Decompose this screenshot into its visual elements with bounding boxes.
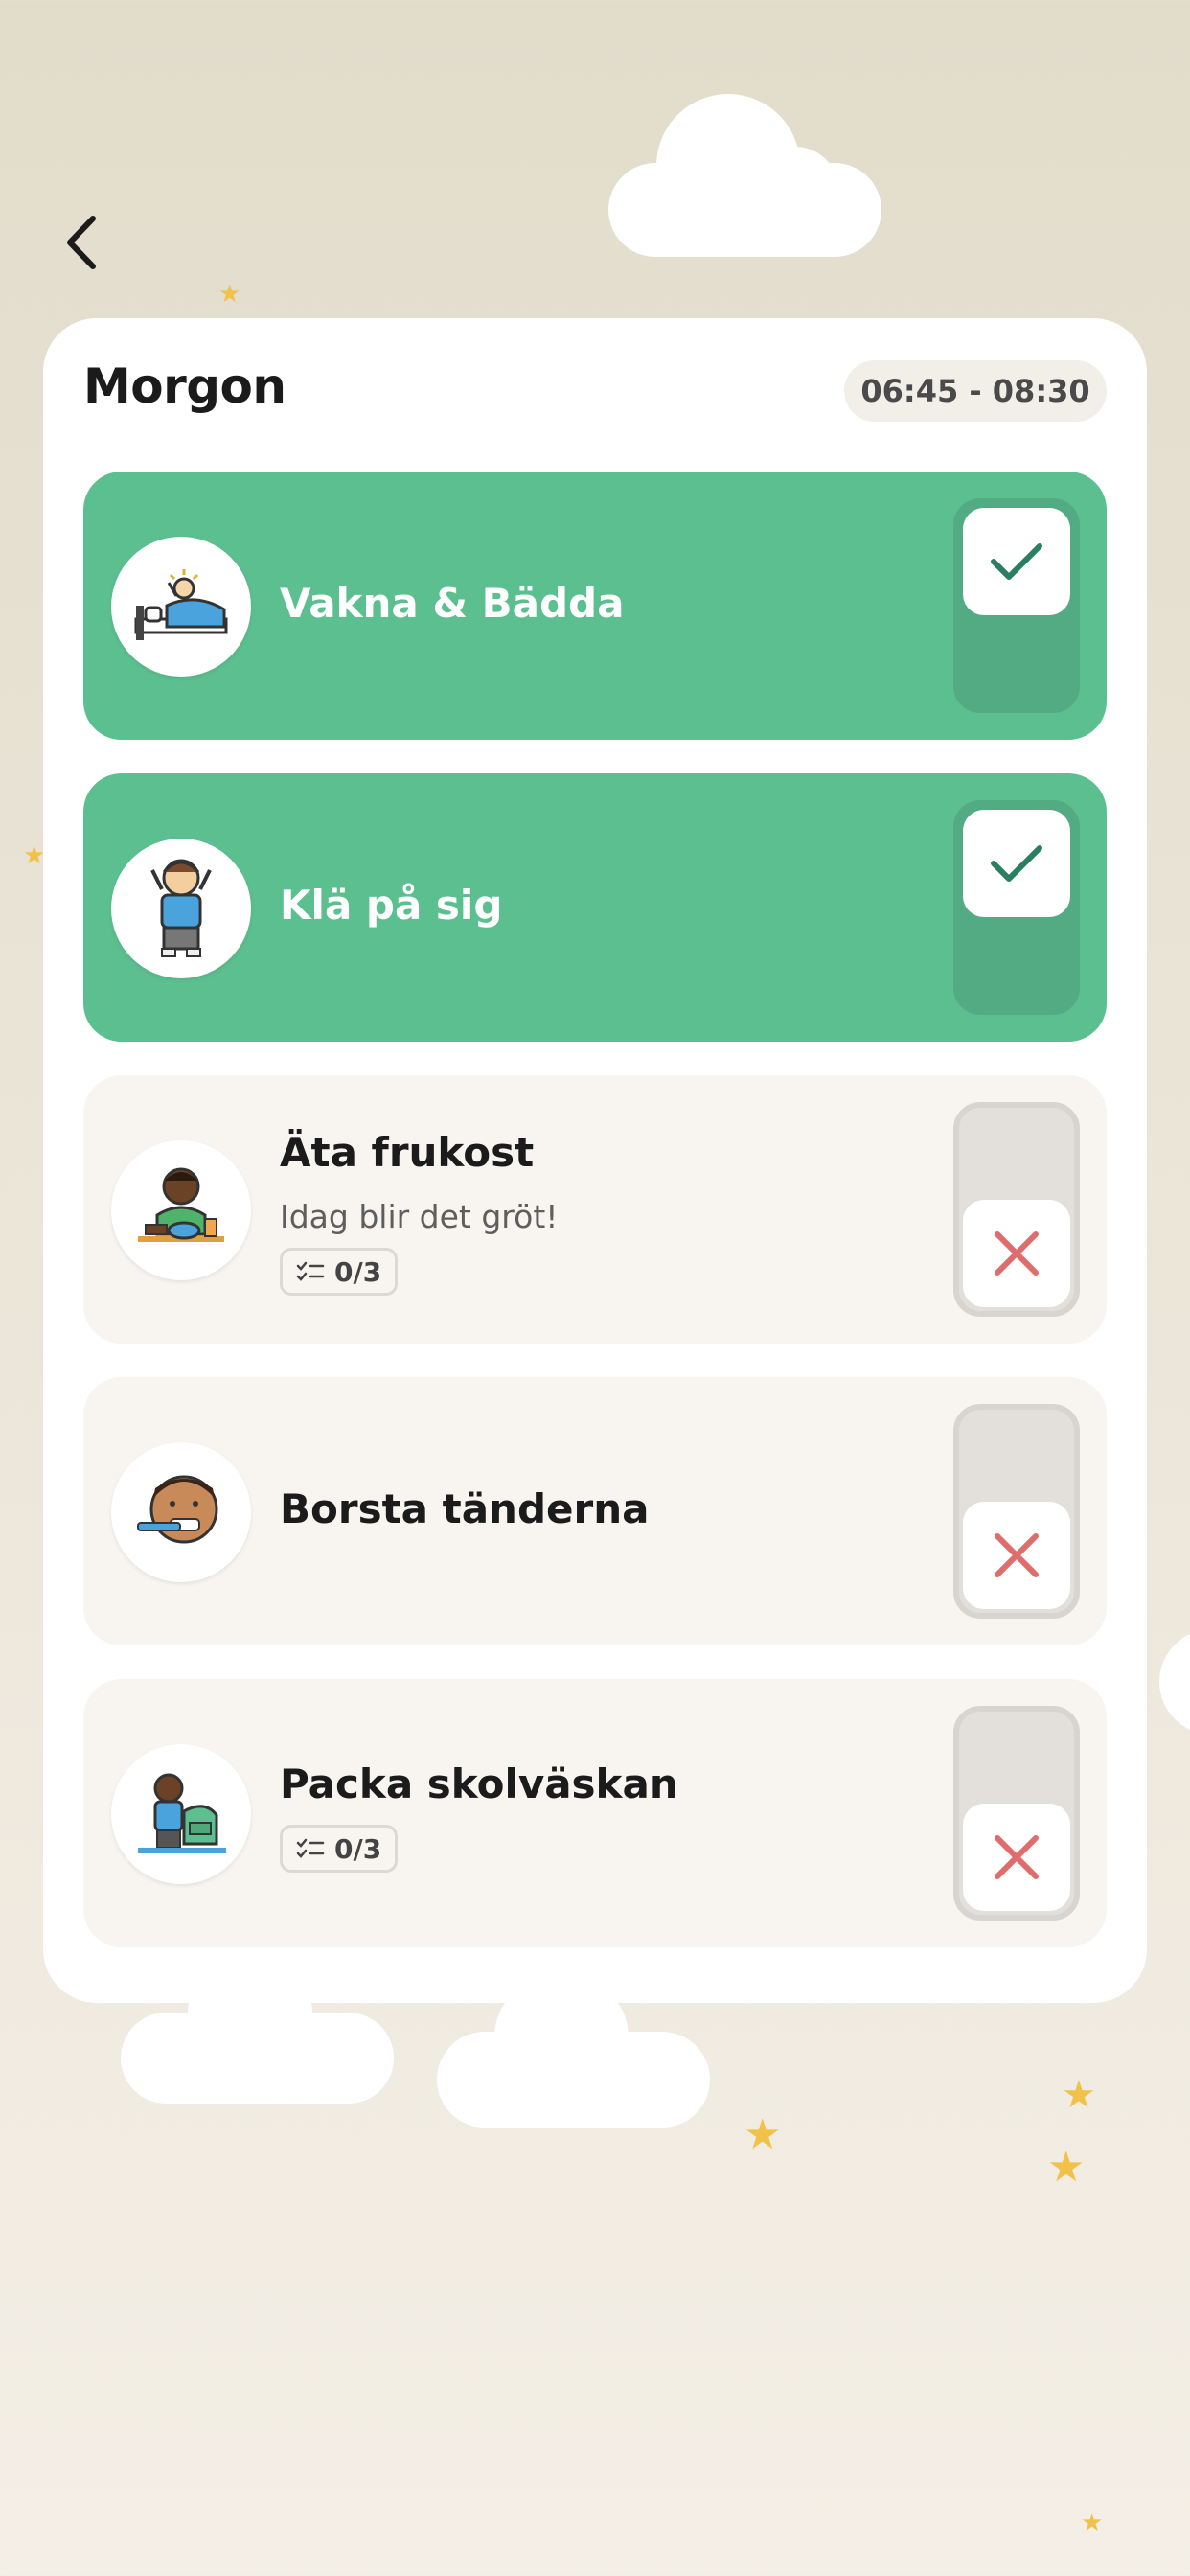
task-done-toggle[interactable] xyxy=(953,1404,1080,1619)
task-done-toggle[interactable] xyxy=(953,800,1080,1015)
task-label: Vakna & Bädda xyxy=(280,580,625,627)
task-label: Klä på sig xyxy=(280,882,503,929)
subtask-count: 0/3 xyxy=(334,1832,382,1865)
wake-up-make-bed-icon xyxy=(111,537,251,677)
star-decoration: ★ xyxy=(218,280,241,309)
subtask-counter: 0/3 xyxy=(280,1825,399,1873)
back-button[interactable] xyxy=(53,206,110,278)
task-item-brush-teeth[interactable]: Borsta tänderna xyxy=(83,1377,1107,1645)
task-label: Packa skolväskan xyxy=(280,1760,678,1807)
chevron-left-icon xyxy=(67,215,96,269)
task-label: Borsta tänderna xyxy=(280,1485,650,1532)
toggle-knob xyxy=(963,810,1070,917)
star-decoration: ★ xyxy=(1062,2073,1096,2117)
star-decoration: ★ xyxy=(23,841,46,870)
subtask-counter: 0/3 xyxy=(280,1248,399,1296)
checklist-icon xyxy=(296,1261,325,1281)
close-icon xyxy=(995,1231,1039,1276)
task-item-get-dressed[interactable]: Klä på sig xyxy=(83,773,1107,1042)
checklist-icon xyxy=(296,1838,325,1858)
task-done-toggle[interactable] xyxy=(953,1706,1080,1920)
routine-card: Morgon 06:45 - 08:30 Vakna & Bädda Klä p… xyxy=(43,318,1147,2003)
close-icon xyxy=(995,1835,1039,1879)
toggle-knob xyxy=(963,508,1070,615)
task-subtitle: Idag blir det gröt! xyxy=(280,1198,559,1235)
subtask-count: 0/3 xyxy=(334,1255,382,1288)
check-icon xyxy=(991,543,1042,580)
task-item-pack-bag[interactable]: Packa skolväskan 0/3 xyxy=(83,1679,1107,1947)
star-decoration: ★ xyxy=(1081,2509,1104,2538)
brush-teeth-icon xyxy=(111,1442,251,1582)
cloud-decoration xyxy=(1159,1629,1190,1735)
toggle-knob xyxy=(963,1804,1070,1911)
check-icon xyxy=(991,845,1042,882)
task-item-breakfast[interactable]: Äta frukost Idag blir det gröt! 0/3 xyxy=(83,1075,1107,1344)
pack-school-bag-icon xyxy=(111,1744,251,1884)
eat-breakfast-icon xyxy=(111,1140,251,1280)
star-decoration: ★ xyxy=(1047,2143,1086,2192)
routine-title: Morgon xyxy=(83,358,286,414)
task-item-wake-up[interactable]: Vakna & Bädda xyxy=(83,472,1107,740)
task-label: Äta frukost xyxy=(280,1129,535,1176)
close-icon xyxy=(995,1533,1039,1577)
toggle-knob xyxy=(963,1502,1070,1609)
get-dressed-icon xyxy=(111,839,251,978)
star-decoration: ★ xyxy=(744,2110,782,2159)
task-done-toggle[interactable] xyxy=(953,498,1080,713)
time-range-badge: 06:45 - 08:30 xyxy=(844,360,1107,422)
cloud-decoration xyxy=(608,94,881,257)
task-done-toggle[interactable] xyxy=(953,1102,1080,1317)
toggle-knob xyxy=(963,1200,1070,1307)
